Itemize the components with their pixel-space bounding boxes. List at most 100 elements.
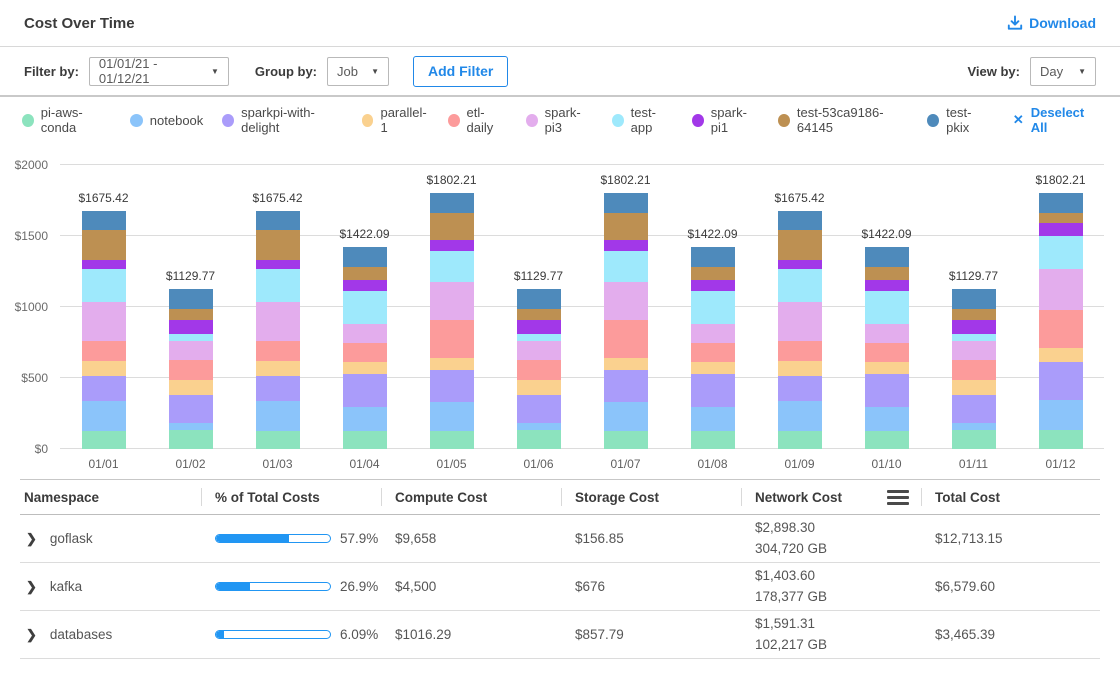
bar-segment-test-app[interactable] [952, 334, 996, 341]
bar-segment-spark-pi3[interactable] [430, 282, 474, 320]
bar-stack[interactable] [691, 247, 735, 449]
bar-stack[interactable] [517, 289, 561, 449]
bar-segment-spark-pi1[interactable] [778, 260, 822, 270]
bar-segment-spark-pi3[interactable] [517, 341, 561, 360]
bar-segment-sparkpi-with-delight[interactable] [865, 374, 909, 407]
bar-segment-spark-pi1[interactable] [865, 280, 909, 291]
namespace-cell[interactable]: ❯databases [20, 627, 201, 643]
bar-segment-parallel-1[interactable] [952, 380, 996, 395]
bar-segment-notebook[interactable] [1039, 400, 1083, 430]
bar-segment-test-pkix[interactable] [517, 289, 561, 309]
bar-segment-pi-aws-conda[interactable] [952, 430, 996, 449]
bar-group-01/07[interactable]: $1802.21 [582, 165, 669, 449]
column-header-namespace[interactable]: Namespace [20, 480, 201, 514]
bar-group-01/03[interactable]: $1675.42 [234, 165, 321, 449]
bar-segment-notebook[interactable] [604, 402, 648, 432]
bar-stack[interactable] [256, 211, 300, 449]
bar-group-01/10[interactable]: $1422.09 [843, 165, 930, 449]
legend-item-spark-pi1[interactable]: spark-pi1 [692, 105, 759, 135]
bar-segment-sparkpi-with-delight[interactable] [430, 370, 474, 402]
bar-segment-pi-aws-conda[interactable] [430, 431, 474, 449]
bar-segment-test-53ca9186-64145[interactable] [430, 213, 474, 241]
bar-segment-notebook[interactable] [343, 407, 387, 431]
bar-segment-pi-aws-conda[interactable] [865, 431, 909, 449]
bar-segment-spark-pi3[interactable] [1039, 269, 1083, 310]
bar-segment-spark-pi1[interactable] [952, 320, 996, 334]
bar-segment-sparkpi-with-delight[interactable] [604, 370, 648, 402]
bar-stack[interactable] [343, 247, 387, 449]
bar-segment-notebook[interactable] [256, 401, 300, 430]
column-header-storage-cost[interactable]: Storage Cost [561, 480, 741, 514]
bar-segment-spark-pi3[interactable] [82, 302, 126, 341]
bar-segment-sparkpi-with-delight[interactable] [1039, 362, 1083, 399]
bar-stack[interactable] [430, 193, 474, 449]
bar-segment-test-app[interactable] [691, 291, 735, 324]
bar-group-01/04[interactable]: $1422.09 [321, 165, 408, 449]
table-row-kafka[interactable]: ❯kafka26.9%$4,500$676$1,403.60178,377 GB… [20, 563, 1100, 611]
bar-segment-test-app[interactable] [430, 251, 474, 283]
bar-segment-test-53ca9186-64145[interactable] [169, 309, 213, 320]
bar-stack[interactable] [865, 247, 909, 449]
bar-segment-parallel-1[interactable] [691, 362, 735, 374]
bar-segment-spark-pi3[interactable] [343, 324, 387, 343]
bar-segment-spark-pi3[interactable] [691, 324, 735, 343]
bar-stack[interactable] [82, 211, 126, 449]
bar-group-01/09[interactable]: $1675.42 [756, 165, 843, 449]
bar-segment-test-pkix[interactable] [865, 247, 909, 267]
bar-group-01/11[interactable]: $1129.77 [930, 165, 1017, 449]
bar-stack[interactable] [952, 289, 996, 449]
bar-segment-spark-pi1[interactable] [430, 240, 474, 251]
bar-segment-spark-pi1[interactable] [604, 240, 648, 251]
bar-segment-spark-pi1[interactable] [256, 260, 300, 270]
bar-segment-spark-pi3[interactable] [604, 282, 648, 320]
bar-segment-sparkpi-with-delight[interactable] [691, 374, 735, 407]
bar-segment-test-53ca9186-64145[interactable] [604, 213, 648, 241]
chevron-right-icon[interactable]: ❯ [26, 531, 37, 547]
bar-stack[interactable] [604, 193, 648, 449]
legend-item-test-pkix[interactable]: test-pkix [927, 105, 989, 135]
legend-item-notebook[interactable]: notebook [130, 113, 204, 128]
bar-segment-spark-pi1[interactable] [343, 280, 387, 291]
bar-segment-spark-pi1[interactable] [82, 260, 126, 270]
bar-group-01/08[interactable]: $1422.09 [669, 165, 756, 449]
bar-segment-etl-daily[interactable] [256, 341, 300, 361]
bar-segment-parallel-1[interactable] [256, 361, 300, 376]
bar-stack[interactable] [1039, 193, 1083, 449]
bar-segment-notebook[interactable] [778, 401, 822, 430]
table-row-goflask[interactable]: ❯goflask57.9%$9,658$156.85$2,898.30304,7… [20, 515, 1100, 563]
deselect-all-button[interactable]: ✕ Deselect All [1013, 105, 1098, 135]
bar-segment-parallel-1[interactable] [778, 361, 822, 376]
bar-segment-spark-pi1[interactable] [691, 280, 735, 291]
bar-segment-sparkpi-with-delight[interactable] [82, 376, 126, 402]
bar-segment-spark-pi1[interactable] [517, 320, 561, 334]
bar-segment-spark-pi3[interactable] [778, 302, 822, 341]
bar-segment-pi-aws-conda[interactable] [517, 430, 561, 449]
bar-stack[interactable] [778, 211, 822, 449]
bar-segment-test-app[interactable] [256, 269, 300, 302]
bar-segment-test-53ca9186-64145[interactable] [952, 309, 996, 320]
bar-segment-test-pkix[interactable] [604, 193, 648, 212]
bar-segment-pi-aws-conda[interactable] [1039, 430, 1083, 449]
bar-segment-notebook[interactable] [82, 401, 126, 430]
column-header-total-cost[interactable]: Total Cost [921, 480, 1100, 514]
bar-segment-test-app[interactable] [865, 291, 909, 324]
bar-segment-etl-daily[interactable] [343, 343, 387, 362]
bar-segment-test-pkix[interactable] [952, 289, 996, 309]
bar-segment-test-pkix[interactable] [691, 247, 735, 267]
bar-segment-test-pkix[interactable] [169, 289, 213, 309]
namespace-cell[interactable]: ❯goflask [20, 531, 201, 547]
bar-segment-etl-daily[interactable] [865, 343, 909, 362]
bar-segment-test-pkix[interactable] [256, 211, 300, 230]
bar-segment-pi-aws-conda[interactable] [256, 431, 300, 449]
bar-segment-sparkpi-with-delight[interactable] [256, 376, 300, 402]
bar-segment-test-pkix[interactable] [343, 247, 387, 267]
bar-segment-test-app[interactable] [1039, 236, 1083, 270]
group-by-select[interactable]: Job ▼ [327, 57, 389, 86]
bar-segment-test-53ca9186-64145[interactable] [778, 230, 822, 260]
bar-segment-test-53ca9186-64145[interactable] [691, 267, 735, 280]
bar-segment-test-pkix[interactable] [778, 211, 822, 230]
bar-segment-pi-aws-conda[interactable] [82, 431, 126, 449]
chevron-right-icon[interactable]: ❯ [26, 627, 37, 643]
bar-segment-sparkpi-with-delight[interactable] [517, 395, 561, 423]
bar-segment-etl-daily[interactable] [604, 320, 648, 358]
